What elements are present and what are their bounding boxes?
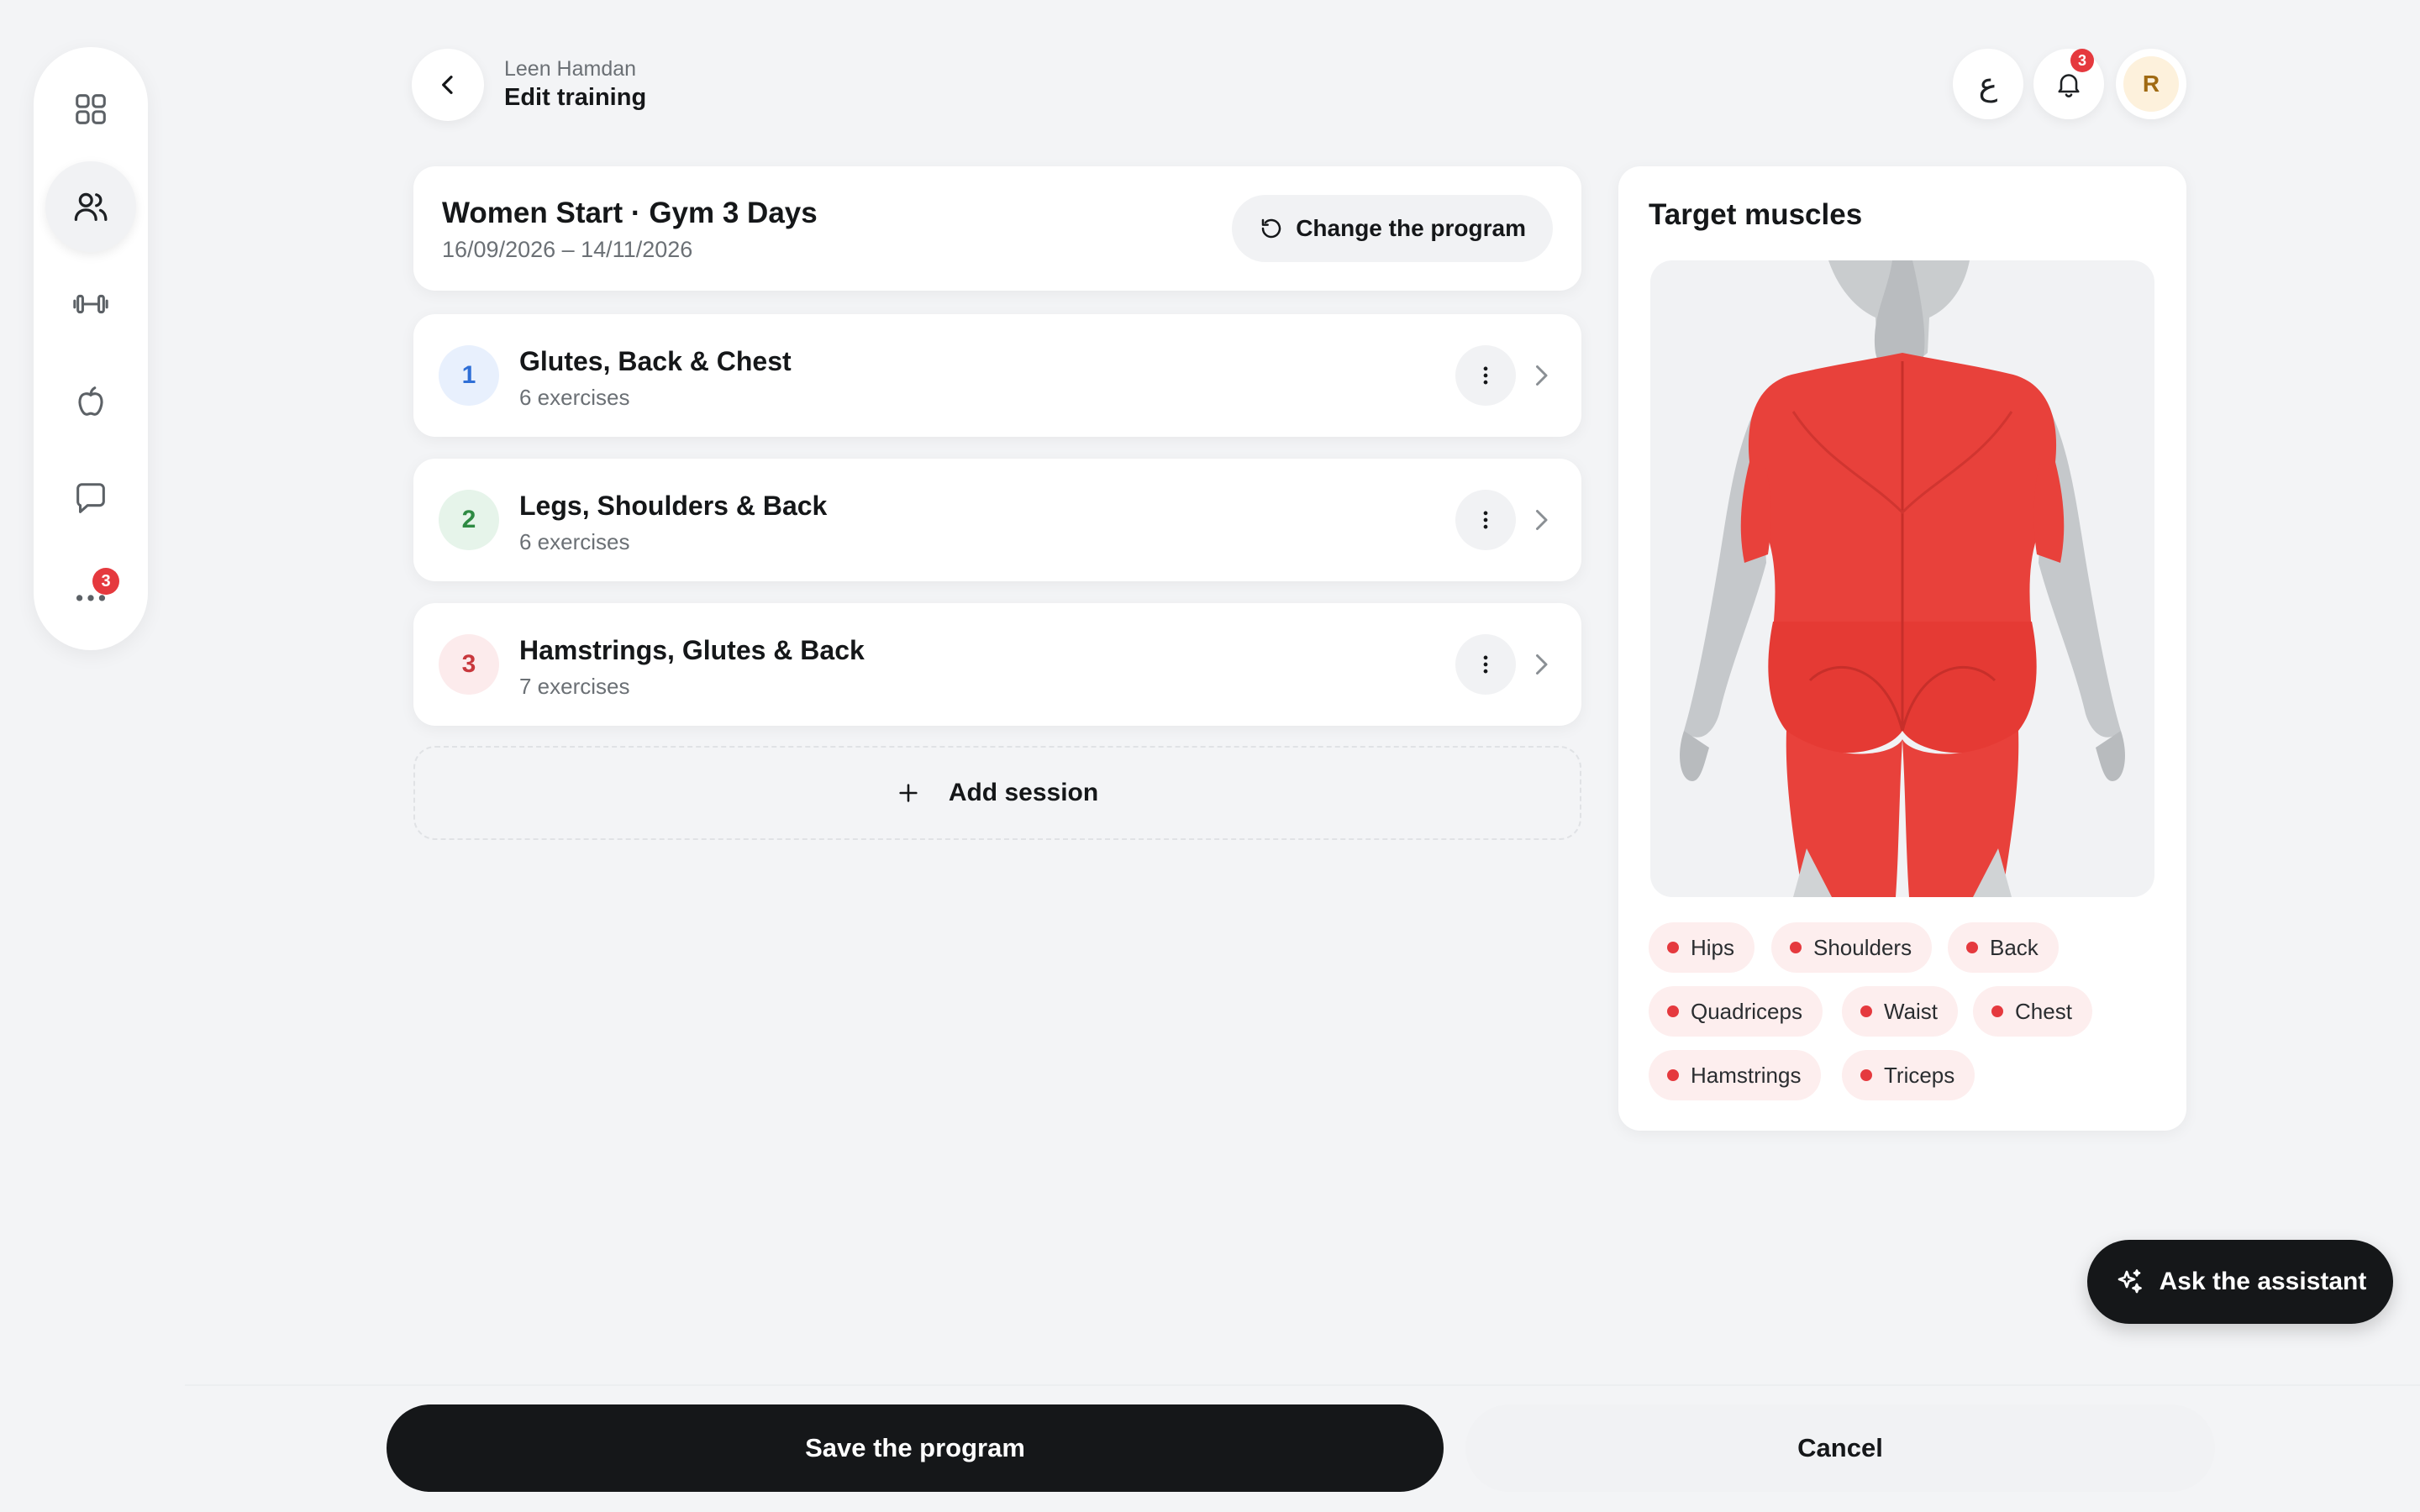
sidebar-item-more[interactable]: 3 [45, 551, 136, 642]
session-title: Legs, Shoulders & Back [519, 491, 828, 521]
session-number: 1 [439, 345, 499, 406]
sidebar-item-messages[interactable] [45, 454, 136, 544]
sidebar: 3 [34, 47, 148, 650]
vertical-dots-icon [1483, 366, 1488, 385]
chevron-left-icon [442, 76, 453, 94]
sidebar-item-dashboard[interactable] [45, 64, 136, 155]
users-icon [74, 192, 108, 221]
session-menu-button[interactable] [1455, 490, 1516, 550]
session-card[interactable]: 3 Hamstrings, Glutes & Back 7 exercises [413, 603, 1581, 726]
body-back-figure [1680, 260, 2125, 897]
muscle-chip: Chest [1973, 986, 2092, 1037]
chat-icon [76, 483, 105, 513]
avatar-initial: R [2123, 56, 2179, 112]
muscle-chip: Quadriceps [1649, 986, 1823, 1037]
bell-icon [2058, 74, 2080, 97]
page-title: Edit training [504, 84, 647, 111]
target-muscles-title: Target muscles [1649, 198, 1863, 231]
chip-label: Quadriceps [1691, 998, 1802, 1024]
chevron-right-icon [1536, 654, 1548, 675]
muscle-chip: Back [1948, 922, 2059, 973]
chip-dot [1667, 1005, 1679, 1017]
change-program-label: Change the program [1296, 215, 1526, 241]
save-program-button[interactable]: Save the program [387, 1404, 1444, 1492]
vertical-dots-icon [1483, 655, 1488, 674]
grid-icon [76, 94, 106, 124]
avatar[interactable]: R [2116, 49, 2186, 119]
chip-label: Triceps [1884, 1062, 1955, 1088]
session-exercise-count: 6 exercises [519, 385, 630, 410]
back-button[interactable] [412, 49, 484, 121]
cancel-button[interactable]: Cancel [1465, 1404, 2215, 1492]
session-number: 2 [439, 490, 499, 550]
vertical-dots-icon [1483, 511, 1488, 529]
chevron-right-icon [1536, 365, 1548, 386]
chip-label: Waist [1884, 998, 1939, 1024]
muscle-chip: Hips [1649, 922, 1755, 973]
add-session-label: Add session [948, 779, 1099, 806]
chip-dot [1860, 1069, 1872, 1081]
session-exercise-count: 6 exercises [519, 529, 630, 554]
apple-icon [78, 386, 103, 416]
dumbbell-icon [73, 294, 108, 314]
muscle-chip: Triceps [1842, 1050, 1975, 1100]
session-menu-button[interactable] [1455, 634, 1516, 695]
program-title: Women Start · Gym 3 Days [442, 197, 818, 229]
plus-icon [899, 784, 918, 802]
program-dates: 16/09/2026 – 14/11/2026 [442, 237, 693, 262]
muscle-chip: Waist [1842, 986, 1959, 1037]
ask-assistant-button[interactable]: Ask the assistant [2087, 1240, 2393, 1324]
sidebar-item-clients[interactable] [45, 161, 136, 252]
add-session-button[interactable]: Add session [413, 746, 1581, 840]
ask-assistant-label: Ask the assistant [2159, 1268, 2367, 1295]
chip-label: Chest [2015, 998, 2072, 1024]
sidebar-item-workouts[interactable] [45, 259, 136, 349]
sidebar-item-nutrition[interactable] [45, 356, 136, 447]
footer-divider [185, 1384, 2420, 1386]
session-title: Hamstrings, Glutes & Back [519, 635, 865, 665]
chip-dot [1667, 1069, 1679, 1081]
target-muscles-panel: Target muscles Hips Shoulders Back Quadr… [1618, 166, 2186, 1131]
notifications-badge: 3 [2070, 49, 2094, 72]
chip-dot [1790, 942, 1802, 953]
chip-label: Hamstrings [1691, 1062, 1802, 1088]
session-exercise-count: 7 exercises [519, 674, 630, 699]
body-muscle-map [1650, 260, 2154, 897]
session-card[interactable]: 1 Glutes, Back & Chest 6 exercises [413, 314, 1581, 437]
chip-label: Shoulders [1813, 934, 1912, 960]
chip-dot [1667, 942, 1679, 953]
language-button[interactable]: ع [1953, 49, 2023, 119]
more-badge: 3 [92, 568, 119, 595]
muscle-chip: Hamstrings [1649, 1050, 1822, 1100]
chevron-right-icon [1536, 510, 1548, 530]
chip-dot [1966, 942, 1978, 953]
change-program-button[interactable]: Change the program [1232, 195, 1553, 262]
chip-dot [1860, 1005, 1872, 1017]
session-number: 3 [439, 634, 499, 695]
session-menu-button[interactable] [1455, 345, 1516, 406]
session-title: Glutes, Back & Chest [519, 346, 792, 376]
program-card: Women Start · Gym 3 Days 16/09/2026 – 14… [413, 166, 1581, 291]
breadcrumb-user: Leen Hamdan [504, 57, 637, 81]
session-card[interactable]: 2 Legs, Shoulders & Back 6 exercises [413, 459, 1581, 581]
chip-dot [1991, 1005, 2003, 1017]
chip-label: Hips [1691, 934, 1735, 960]
muscle-chip: Shoulders [1771, 922, 1933, 973]
chip-label: Back [1990, 934, 2039, 960]
notifications-button[interactable]: 3 [2033, 49, 2104, 119]
sparkles-icon [2118, 1269, 2142, 1294]
language-glyph: ع [1978, 66, 1998, 102]
refresh-icon [1261, 218, 1281, 239]
